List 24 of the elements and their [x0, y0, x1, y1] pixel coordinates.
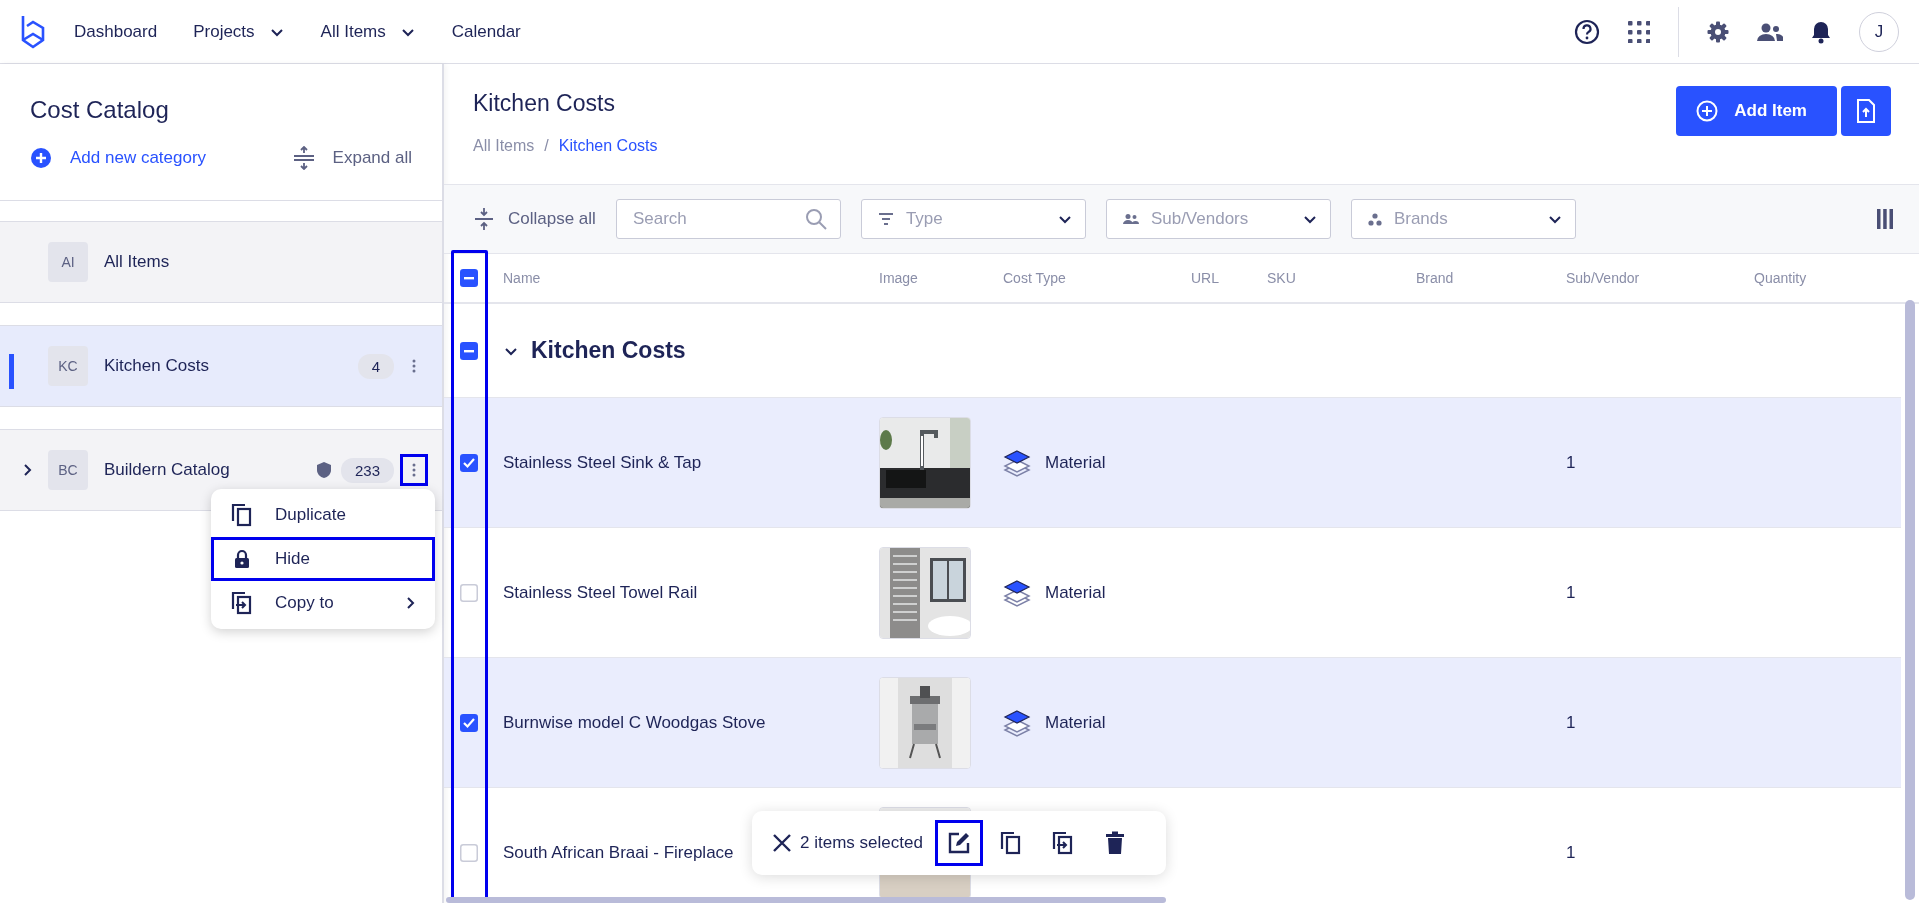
category-avatar: AI	[48, 242, 88, 282]
count-badge: 233	[340, 457, 394, 483]
cost-type: Material	[1045, 582, 1106, 603]
category-name: Buildern Catalog	[104, 460, 231, 480]
category-name: All Items	[104, 252, 171, 272]
quantity: 1	[1566, 712, 1577, 733]
selection-count: 2 items selected	[800, 833, 923, 853]
item-name: Burnwise model C Woodgas Stove	[503, 712, 766, 733]
item-name: Stainless Steel Sink & Tap	[503, 452, 702, 473]
quantity: 1	[1566, 582, 1577, 603]
item-name: South African Braai - Fireplace	[503, 842, 734, 863]
count-badge: 4	[357, 353, 394, 379]
panel-title: Cost Catalog	[30, 96, 170, 124]
category-name: Kitchen Costs	[104, 356, 210, 376]
category-avatar: KC	[48, 346, 88, 386]
group-title: Kitchen Costs	[531, 337, 686, 364]
cost-type: Material	[1045, 712, 1106, 733]
quantity: 1	[1566, 842, 1577, 863]
quantity: 1	[1566, 452, 1577, 473]
category-avatar: BC	[48, 450, 88, 490]
cost-type: Material	[1045, 452, 1106, 473]
page-title: Kitchen Costs	[473, 90, 616, 117]
item-name: Stainless Steel Towel Rail	[503, 582, 698, 603]
breadcrumb-separator: /	[544, 137, 549, 155]
